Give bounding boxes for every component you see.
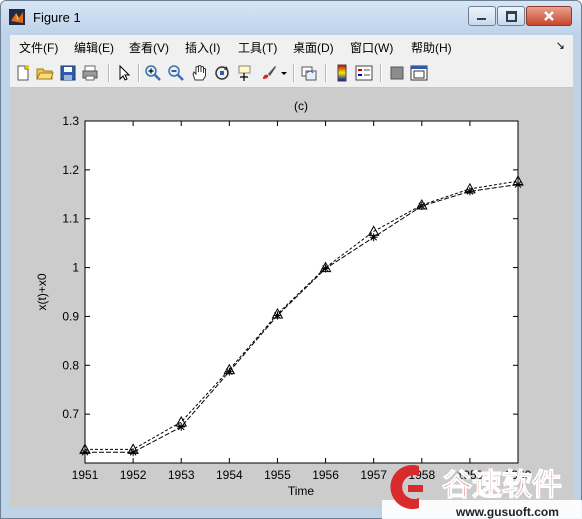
menu-help[interactable]: 帮助(H) (411, 39, 452, 56)
minimize-icon (477, 18, 486, 20)
toolbar-separator (380, 64, 382, 82)
save-icon[interactable] (59, 64, 77, 82)
toolbar-separator (293, 64, 295, 82)
show-plot-tools-icon[interactable] (410, 64, 428, 82)
star-marker (369, 233, 378, 242)
open-file-icon[interactable] (36, 64, 54, 82)
star-marker (514, 180, 522, 189)
brush-icon[interactable] (260, 64, 278, 82)
zoom-out-icon[interactable] (167, 64, 185, 82)
menu-window[interactable]: 窗口(W) (350, 39, 393, 56)
toolbar-separator (108, 64, 110, 82)
pan-hand-icon[interactable] (190, 64, 208, 82)
print-icon[interactable] (81, 64, 99, 82)
star-marker (273, 311, 282, 320)
close-icon (544, 11, 554, 21)
x-axis-label: Time (288, 484, 315, 498)
star-marker (465, 187, 474, 196)
menu-edit[interactable]: 编辑(E) (74, 39, 114, 56)
y-axis-label: x(t)+x0 (35, 273, 49, 310)
pointer-icon[interactable] (115, 64, 133, 82)
x-tick-label: 1952 (120, 468, 147, 482)
menu-overflow-icon[interactable]: ↘ (556, 39, 565, 52)
watermark: 谷速软件 www.gusuoft.com (382, 465, 582, 519)
legend-icon[interactable] (355, 64, 373, 82)
chart-title: (c) (294, 99, 308, 113)
y-tick-label: 0.9 (62, 309, 79, 323)
matlab-logo-icon (9, 9, 25, 25)
star-marker (177, 422, 186, 431)
x-tick-label: 1954 (216, 468, 243, 482)
star-marker (129, 448, 138, 457)
star-marker (321, 264, 330, 273)
menu-view[interactable]: 查看(V) (129, 39, 169, 56)
watermark-brand: 谷速软件 (442, 468, 562, 503)
link-plot-icon[interactable] (300, 64, 318, 82)
x-tick-label: 1955 (264, 468, 291, 482)
y-tick-label: 1.1 (62, 212, 79, 226)
watermark-url: www.gusuoft.com (455, 505, 559, 519)
window-title: Figure 1 (33, 10, 81, 25)
title-bar: Figure 1 (1, 1, 581, 35)
y-tick-label: 1 (72, 261, 79, 275)
zoom-in-icon[interactable] (144, 64, 162, 82)
rotate-3d-icon[interactable] (213, 64, 231, 82)
menu-bar: 文件(F) 编辑(E) 查看(V) 插入(I) 工具(T) 桌面(D) 窗口(W… (10, 35, 573, 60)
minimize-button[interactable] (468, 6, 496, 26)
maximize-button[interactable] (497, 6, 525, 26)
toolbar-separator (138, 64, 140, 82)
data-cursor-icon[interactable] (236, 64, 254, 82)
colorbar-icon[interactable] (333, 64, 351, 82)
x-tick-label: 1953 (168, 468, 195, 482)
y-tick-label: 1.2 (62, 163, 79, 177)
new-figure-icon[interactable] (14, 64, 32, 82)
toolbar (10, 59, 573, 88)
figure-window: Figure 1 文件(F) 编辑(E) 查看(V) 插入(I) 工具(T) 桌… (0, 0, 582, 519)
close-button[interactable] (526, 6, 572, 26)
toolbar-separator (325, 64, 327, 82)
y-tick-label: 0.7 (62, 407, 79, 421)
chart-plot[interactable]: (c) Time x(t)+x0 1951 1952 1953 1954 1955 195… (10, 88, 573, 508)
menu-insert[interactable]: 插入(I) (185, 39, 220, 56)
hide-plot-tools-icon[interactable] (388, 64, 406, 82)
y-tick-label: 0.8 (62, 358, 79, 372)
brush-dropdown-icon[interactable] (280, 64, 288, 82)
x-tick-label: 1951 (72, 468, 99, 482)
menu-file[interactable]: 文件(F) (19, 39, 58, 56)
menu-desktop[interactable]: 桌面(D) (293, 39, 334, 56)
star-marker (225, 367, 234, 376)
star-marker (417, 202, 426, 211)
star-marker (81, 448, 89, 457)
maximize-icon (506, 11, 517, 22)
x-tick-label: 1956 (312, 468, 339, 482)
menu-tools[interactable]: 工具(T) (238, 39, 277, 56)
y-tick-label: 1.3 (62, 114, 79, 128)
watermark-logo-bar (408, 485, 423, 492)
figure-canvas: (c) Time x(t)+x0 1951 1952 1953 1954 1955 195… (10, 88, 573, 508)
